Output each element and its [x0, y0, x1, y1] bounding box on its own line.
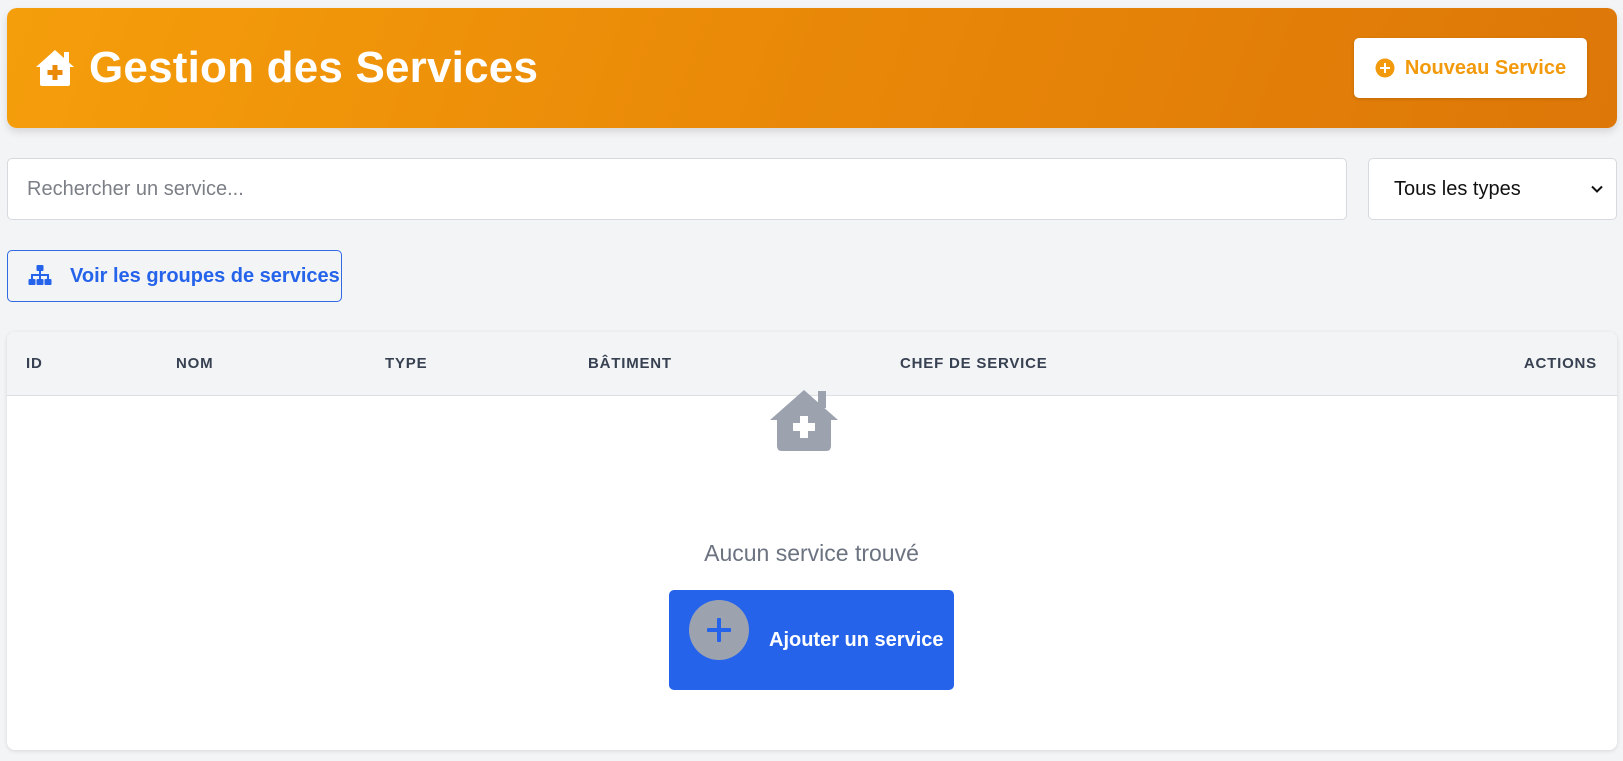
- column-header-chef-de-service: CHEF DE SERVICE: [900, 355, 1048, 372]
- column-header-id: ID: [26, 355, 43, 372]
- column-header-type: TYPE: [385, 355, 428, 372]
- page-header: Gestion des Services Nouveau Service: [7, 8, 1617, 128]
- house-medical-icon: [35, 48, 75, 88]
- add-service-button[interactable]: Ajouter un service: [669, 590, 954, 690]
- add-service-button-label: Ajouter un service: [769, 629, 944, 651]
- sitemap-icon: [28, 265, 52, 287]
- column-header-nom: NOM: [176, 355, 214, 372]
- search-input[interactable]: [7, 158, 1347, 220]
- empty-state-message: Aucun service trouvé: [704, 540, 919, 566]
- page-title: Gestion des Services: [89, 43, 539, 92]
- service-groups-button-label: Voir les groupes de services: [70, 264, 340, 287]
- table-header-row: ID NOM TYPE BÂTIMENT CHEF DE SERVICE ACT…: [7, 332, 1617, 396]
- type-filter-value: Tous les types: [1394, 177, 1521, 200]
- plus-circle-icon: [1375, 58, 1395, 78]
- type-filter-select[interactable]: Tous les types: [1368, 158, 1617, 220]
- plus-icon: [689, 600, 749, 660]
- new-service-button[interactable]: Nouveau Service: [1354, 38, 1587, 98]
- service-groups-button[interactable]: Voir les groupes de services: [7, 250, 342, 302]
- column-header-batiment: BÂTIMENT: [588, 355, 672, 372]
- chevron-down-icon: [1590, 182, 1604, 196]
- new-service-button-label: Nouveau Service: [1404, 56, 1567, 79]
- column-header-actions: ACTIONS: [1523, 355, 1597, 372]
- header-title-group: Gestion des Services: [35, 43, 538, 93]
- house-medical-icon: [770, 390, 838, 452]
